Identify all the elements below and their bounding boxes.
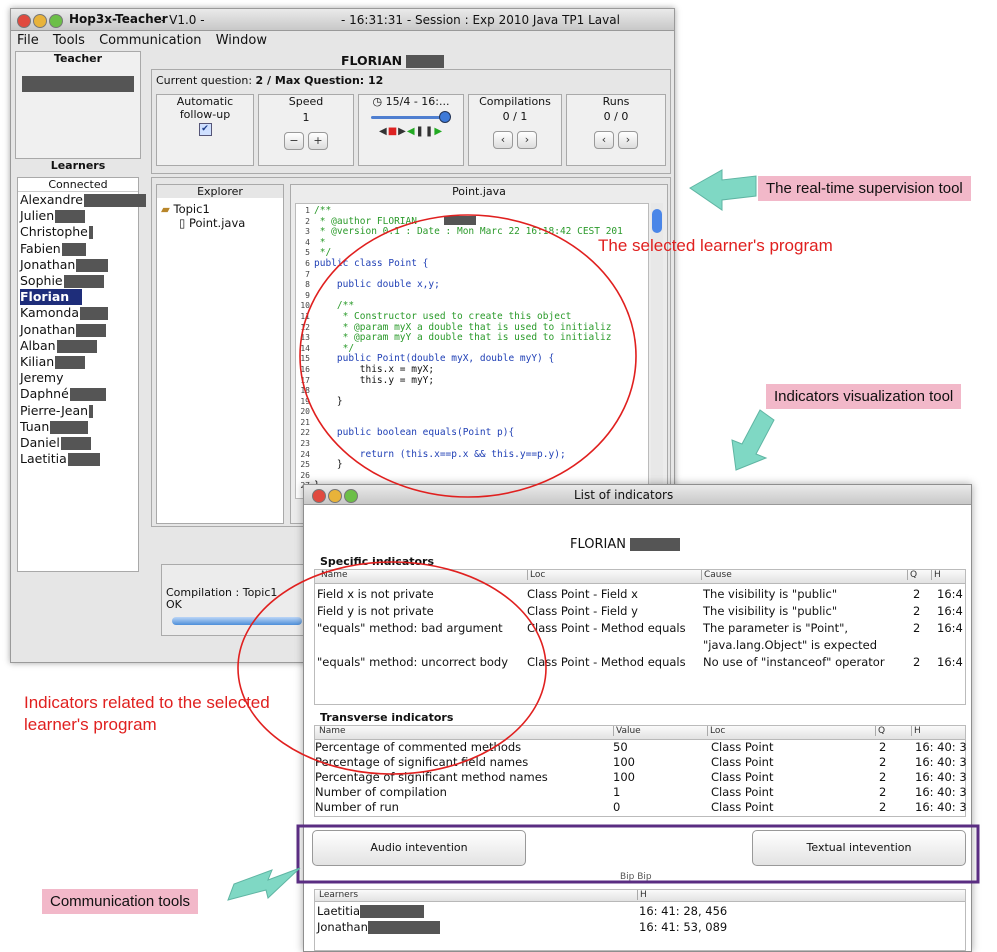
label-selected-program: The selected learner's program — [598, 236, 833, 255]
label-indicators-related: Indicators related to the selected learn… — [24, 693, 270, 734]
label-supervision-tool: The real-time supervision tool — [758, 176, 971, 201]
label-indicators-tool: Indicators visualization tool — [766, 384, 962, 409]
communication-arrow-icon — [227, 867, 301, 901]
indicators-highlight-ellipse — [237, 561, 547, 775]
label-communication-tools: Communication tools — [42, 889, 199, 914]
program-highlight-ellipse — [299, 214, 637, 498]
communication-frame — [296, 824, 980, 884]
indicators-arrow-icon — [731, 409, 775, 471]
supervision-arrow-icon — [689, 169, 757, 211]
annotation-overlay — [227, 169, 980, 901]
